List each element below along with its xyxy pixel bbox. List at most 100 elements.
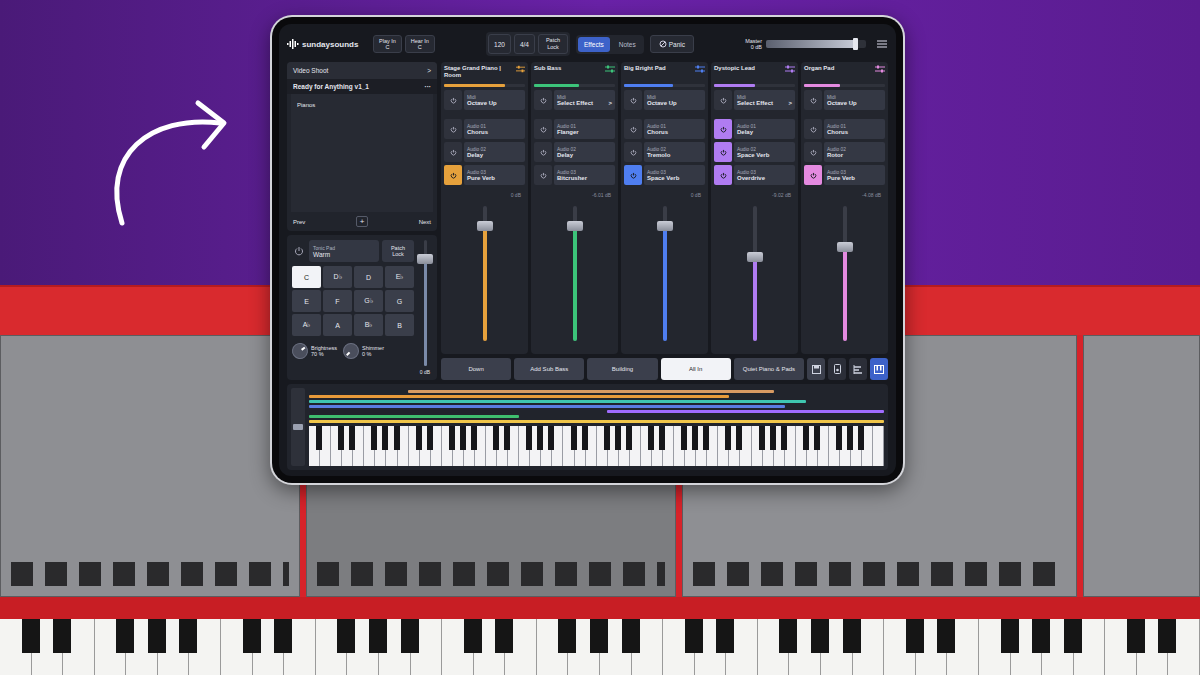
power-icon[interactable] <box>539 171 548 180</box>
power-icon[interactable] <box>539 96 548 105</box>
effect-slot[interactable]: Audio 01 Delay <box>714 119 795 139</box>
effect-slot[interactable]: Audio 03 Space Verb <box>624 165 705 185</box>
effect-slot[interactable]: Audio 02 Tremolo <box>624 142 705 162</box>
sliders-icon[interactable] <box>875 65 885 74</box>
power-icon[interactable] <box>292 244 306 258</box>
power-icon[interactable] <box>809 96 818 105</box>
key-button[interactable]: D♭ <box>323 266 352 288</box>
pitch-wheel[interactable] <box>291 388 305 466</box>
key-range[interactable] <box>309 405 785 408</box>
effect-slot[interactable]: Audio 03 Overdrive <box>714 165 795 185</box>
power-icon[interactable] <box>449 96 458 105</box>
master-slider[interactable] <box>766 40 866 48</box>
patch-lock-button[interactable]: Patch Lock <box>382 240 414 262</box>
key-range[interactable] <box>309 395 729 398</box>
effect-slot[interactable]: Audio 02 Space Verb <box>714 142 795 162</box>
key-button[interactable]: E <box>292 290 321 312</box>
power-icon[interactable] <box>719 96 728 105</box>
power-icon[interactable] <box>719 171 728 180</box>
channel-fader[interactable] <box>483 206 487 341</box>
keyboard[interactable] <box>309 426 884 466</box>
channel-name[interactable]: Stage Grand Piano | Room <box>444 65 514 79</box>
effect-slot[interactable]: Audio 03 Pure Verb <box>804 165 885 185</box>
power-icon[interactable] <box>629 148 638 157</box>
power-icon[interactable] <box>539 125 548 134</box>
power-icon[interactable] <box>629 96 638 105</box>
effect-slot[interactable]: Audio 03 Pure Verb <box>444 165 525 185</box>
scene-button[interactable]: All In <box>661 358 731 380</box>
key-range[interactable] <box>309 415 519 418</box>
sliders-icon[interactable] <box>695 65 705 74</box>
effect-slot[interactable]: Audio 02 Rotor <box>804 142 885 162</box>
midi-slot[interactable]: Midi Octave Up <box>624 90 705 110</box>
midi-slot[interactable]: Midi Select Effect> <box>534 90 615 110</box>
song-row[interactable]: Ready for Anything v1_1··· <box>287 79 437 94</box>
tempo[interactable]: 120 <box>488 34 511 53</box>
device-button[interactable] <box>828 358 846 380</box>
key-range[interactable] <box>309 400 806 403</box>
key-button[interactable]: F <box>323 290 352 312</box>
key-button[interactable]: B <box>385 314 414 336</box>
effect-slot[interactable]: Audio 03 Bitcrusher <box>534 165 615 185</box>
channel-fader[interactable] <box>843 206 847 341</box>
midi-slot[interactable]: Midi Octave Up <box>804 90 885 110</box>
hear-in[interactable]: Hear InC <box>405 35 435 53</box>
save-button[interactable] <box>807 358 825 380</box>
layout-button[interactable] <box>849 358 867 380</box>
knob[interactable]: Brightness70 % <box>292 343 337 359</box>
midi-slot[interactable]: Midi Select Effect> <box>714 90 795 110</box>
tonic-pad-button[interactable]: Tonic PadWarm <box>309 240 379 262</box>
power-icon[interactable] <box>809 148 818 157</box>
power-icon[interactable] <box>629 171 638 180</box>
midi-slot[interactable]: Midi Octave Up <box>444 90 525 110</box>
power-icon[interactable] <box>449 171 458 180</box>
play-in[interactable]: Play InC <box>373 35 402 53</box>
power-icon[interactable] <box>449 148 458 157</box>
key-button[interactable]: G <box>385 290 414 312</box>
power-icon[interactable] <box>449 125 458 134</box>
scene-button[interactable]: Quiet Piano & Pads <box>734 358 804 380</box>
prev-button[interactable]: Prev <box>293 219 305 225</box>
scene-button[interactable]: Building <box>587 358 657 380</box>
panic-button[interactable]: Panic <box>650 35 694 53</box>
tonic-fader[interactable] <box>424 240 427 366</box>
channel-name[interactable]: Dystopic Lead <box>714 65 755 72</box>
keyboard-button[interactable] <box>870 358 888 380</box>
channel-fader[interactable] <box>663 206 667 341</box>
effect-slot[interactable]: Audio 02 Delay <box>534 142 615 162</box>
effect-slot[interactable]: Audio 01 Chorus <box>444 119 525 139</box>
sliders-icon[interactable] <box>516 65 525 74</box>
effect-slot[interactable]: Audio 01 Flanger <box>534 119 615 139</box>
key-button[interactable]: C <box>292 266 321 288</box>
sliders-icon[interactable] <box>605 65 615 74</box>
channel-fader[interactable] <box>573 206 577 341</box>
power-icon[interactable] <box>719 125 728 134</box>
menu-icon[interactable] <box>876 39 888 49</box>
view-tab[interactable]: Notes <box>613 37 642 52</box>
key-button[interactable]: A <box>323 314 352 336</box>
effect-slot[interactable]: Audio 02 Delay <box>444 142 525 162</box>
key-range[interactable] <box>607 410 884 413</box>
key-button[interactable]: G♭ <box>354 290 383 312</box>
patch-lock[interactable]: Patch Lock <box>538 34 568 53</box>
channel-fader[interactable] <box>753 206 757 341</box>
next-button[interactable]: Next <box>419 219 431 225</box>
power-icon[interactable] <box>539 148 548 157</box>
setlist-title[interactable]: Video Shoot> <box>287 62 437 79</box>
power-icon[interactable] <box>809 125 818 134</box>
key-button[interactable]: B♭ <box>354 314 383 336</box>
channel-name[interactable]: Organ Pad <box>804 65 834 72</box>
scene-button[interactable]: Down <box>441 358 511 380</box>
key-button[interactable]: E♭ <box>385 266 414 288</box>
power-icon[interactable] <box>719 148 728 157</box>
key-button[interactable]: D <box>354 266 383 288</box>
power-icon[interactable] <box>629 125 638 134</box>
power-icon[interactable] <box>809 171 818 180</box>
view-tab[interactable]: Effects <box>578 37 610 52</box>
key-range[interactable] <box>309 420 884 423</box>
channel-name[interactable]: Big Bright Pad <box>624 65 666 72</box>
knob[interactable]: Shimmer0 % <box>343 343 384 359</box>
sliders-icon[interactable] <box>785 65 795 74</box>
effect-slot[interactable]: Audio 01 Chorus <box>804 119 885 139</box>
song-item[interactable]: Pianos <box>297 102 427 108</box>
